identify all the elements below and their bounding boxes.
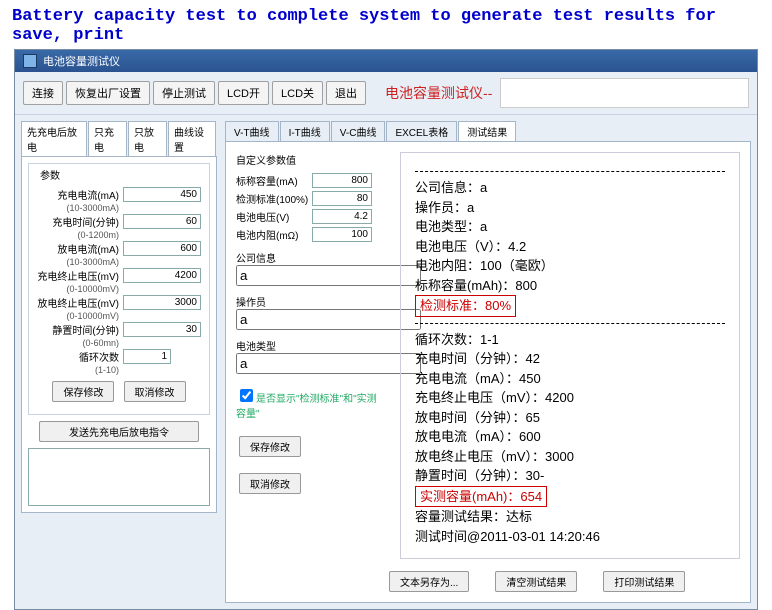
report-line: 充电电流（mA）：450 xyxy=(415,369,725,389)
save-as-text-button[interactable]: 文本另存为... xyxy=(389,571,469,592)
discharge-current-input[interactable] xyxy=(123,241,201,256)
report-line: 标称容量(mAh)：800 xyxy=(415,276,725,296)
report-line: 测试时间@2011-03-01 14:20:46 xyxy=(415,527,725,547)
test-standard-highlight: 检测标准：80% xyxy=(415,295,516,317)
caption: Battery capacity test to complete system… xyxy=(0,0,772,47)
param-label: 充电时间(分钟) xyxy=(33,214,123,229)
toolbar: 连接 恢复出厂设置 停止测试 LCD开 LCD关 退出 电池容量测试仪-- xyxy=(15,72,757,115)
report-line: 放电电流（mA）：600 xyxy=(415,427,725,447)
checkbox-label: 是否显示"检测标准"和"实测容量" xyxy=(236,394,377,420)
save-custom-button[interactable]: 保存修改 xyxy=(239,436,301,457)
rest-time-input[interactable] xyxy=(123,322,201,337)
clear-results-button[interactable]: 清空测试结果 xyxy=(495,571,577,592)
report-line: 充电时间（分钟）：42 xyxy=(415,349,725,369)
app-window: 电池容量测试仪 连接 恢复出厂设置 停止测试 LCD开 LCD关 退出 电池容量… xyxy=(14,49,758,610)
tab-discharge-only[interactable]: 只放电 xyxy=(128,121,167,156)
custom-group-title: 自定义参数值 xyxy=(236,152,386,167)
cycle-count-input[interactable] xyxy=(123,349,171,364)
charge-time-input[interactable] xyxy=(123,214,201,229)
custom-label: 操作员 xyxy=(236,294,386,309)
param-label: 静置时间(分钟) xyxy=(33,322,123,337)
nominal-capacity-input[interactable] xyxy=(312,173,372,188)
report-line: 循环次数：1-1 xyxy=(415,330,725,350)
exit-button[interactable]: 退出 xyxy=(326,81,366,105)
param-hint: (10-3000mA) xyxy=(33,257,123,267)
cancel-params-button[interactable]: 取消修改 xyxy=(124,381,186,402)
param-hint: (0-1200m) xyxy=(33,230,123,240)
report-area: 公司信息：a 操作员：a 电池类型：a 电池电压（V）：4.2 电池内阻：100… xyxy=(400,152,740,559)
tab-excel[interactable]: EXCEL表格 xyxy=(386,121,457,141)
param-hint: (10-3000mA) xyxy=(33,203,123,213)
tab-curve-settings[interactable]: 曲线设置 xyxy=(168,121,216,156)
charge-current-input[interactable] xyxy=(123,187,201,202)
tab-charge-only[interactable]: 只充电 xyxy=(88,121,127,156)
lcd-on-button[interactable]: LCD开 xyxy=(218,81,269,105)
discharge-end-voltage-input[interactable] xyxy=(123,295,201,310)
custom-label: 电池类型 xyxy=(236,338,386,353)
custom-label: 电池电压(V) xyxy=(236,209,312,224)
cancel-custom-button[interactable]: 取消修改 xyxy=(239,473,301,494)
param-hint: (0-10000mV) xyxy=(33,284,123,294)
internal-resistance-input[interactable] xyxy=(312,227,372,242)
custom-label: 电池内阻(mΩ) xyxy=(236,227,312,242)
param-hint: (0-10000mV) xyxy=(33,311,123,321)
titlebar: 电池容量测试仪 xyxy=(15,50,757,72)
stop-test-button[interactable]: 停止测试 xyxy=(153,81,215,105)
param-hint: (1-10) xyxy=(33,365,123,375)
charge-end-voltage-input[interactable] xyxy=(123,268,201,283)
connect-button[interactable]: 连接 xyxy=(23,81,63,105)
params-group-title: 参数 xyxy=(37,167,63,182)
print-results-button[interactable]: 打印测试结果 xyxy=(603,571,685,592)
tab-test-result[interactable]: 测试结果 xyxy=(458,121,516,141)
report-line: 电池内阻：100（毫欧） xyxy=(415,256,725,276)
tab-vt-curve[interactable]: V-T曲线 xyxy=(225,121,279,141)
tab-it-curve[interactable]: I-T曲线 xyxy=(280,121,330,141)
tab-charge-discharge[interactable]: 先充电后放电 xyxy=(21,121,87,156)
param-label: 放电电流(mA) xyxy=(33,241,123,256)
param-label: 放电终止电压(mV) xyxy=(33,295,123,310)
param-hint: (0-60mn) xyxy=(33,338,123,348)
report-line: 静置时间（分钟）：30- xyxy=(415,466,725,486)
report-line: 放电时间（分钟）：65 xyxy=(415,408,725,428)
lcd-off-button[interactable]: LCD关 xyxy=(272,81,323,105)
report-line: 电池电压（V）：4.2 xyxy=(415,237,725,257)
report-line: 操作员：a xyxy=(415,198,725,218)
tab-vc-curve[interactable]: V-C曲线 xyxy=(331,121,386,141)
factory-reset-button[interactable]: 恢复出厂设置 xyxy=(66,81,150,105)
right-tabs: V-T曲线 I-T曲线 V-C曲线 EXCEL表格 测试结果 xyxy=(225,121,751,141)
param-label: 充电终止电压(mV) xyxy=(33,268,123,283)
param-label: 循环次数 xyxy=(33,349,123,364)
report-line: 容量测试结果：达标 xyxy=(415,507,725,527)
report-line: 电池类型：a xyxy=(415,217,725,237)
measured-capacity-highlight: 实测容量(mAh)：654 xyxy=(415,486,547,508)
custom-label: 标称容量(mA) xyxy=(236,173,312,188)
window-title: 电池容量测试仪 xyxy=(43,53,120,69)
app-icon xyxy=(23,54,37,68)
save-params-button[interactable]: 保存修改 xyxy=(52,381,114,402)
send-command-button[interactable]: 发送先充电后放电指令 xyxy=(39,421,199,442)
left-tabs: 先充电后放电 只充电 只放电 曲线设置 xyxy=(21,121,217,156)
report-line: 公司信息：a xyxy=(415,178,725,198)
battery-voltage-input[interactable] xyxy=(312,209,372,224)
param-label: 充电电流(mA) xyxy=(33,187,123,202)
custom-label: 公司信息 xyxy=(236,250,386,265)
test-standard-input[interactable] xyxy=(312,191,372,206)
custom-label: 检测标准(100%) xyxy=(236,191,312,206)
report-line: 充电终止电压（mV）：4200 xyxy=(415,388,725,408)
device-title: 电池容量测试仪-- xyxy=(385,83,492,103)
report-line: 放电终止电压（mV）：3000 xyxy=(415,447,725,467)
banner-area xyxy=(500,78,749,108)
show-standard-checkbox[interactable] xyxy=(240,389,253,402)
log-textarea[interactable] xyxy=(28,448,210,506)
